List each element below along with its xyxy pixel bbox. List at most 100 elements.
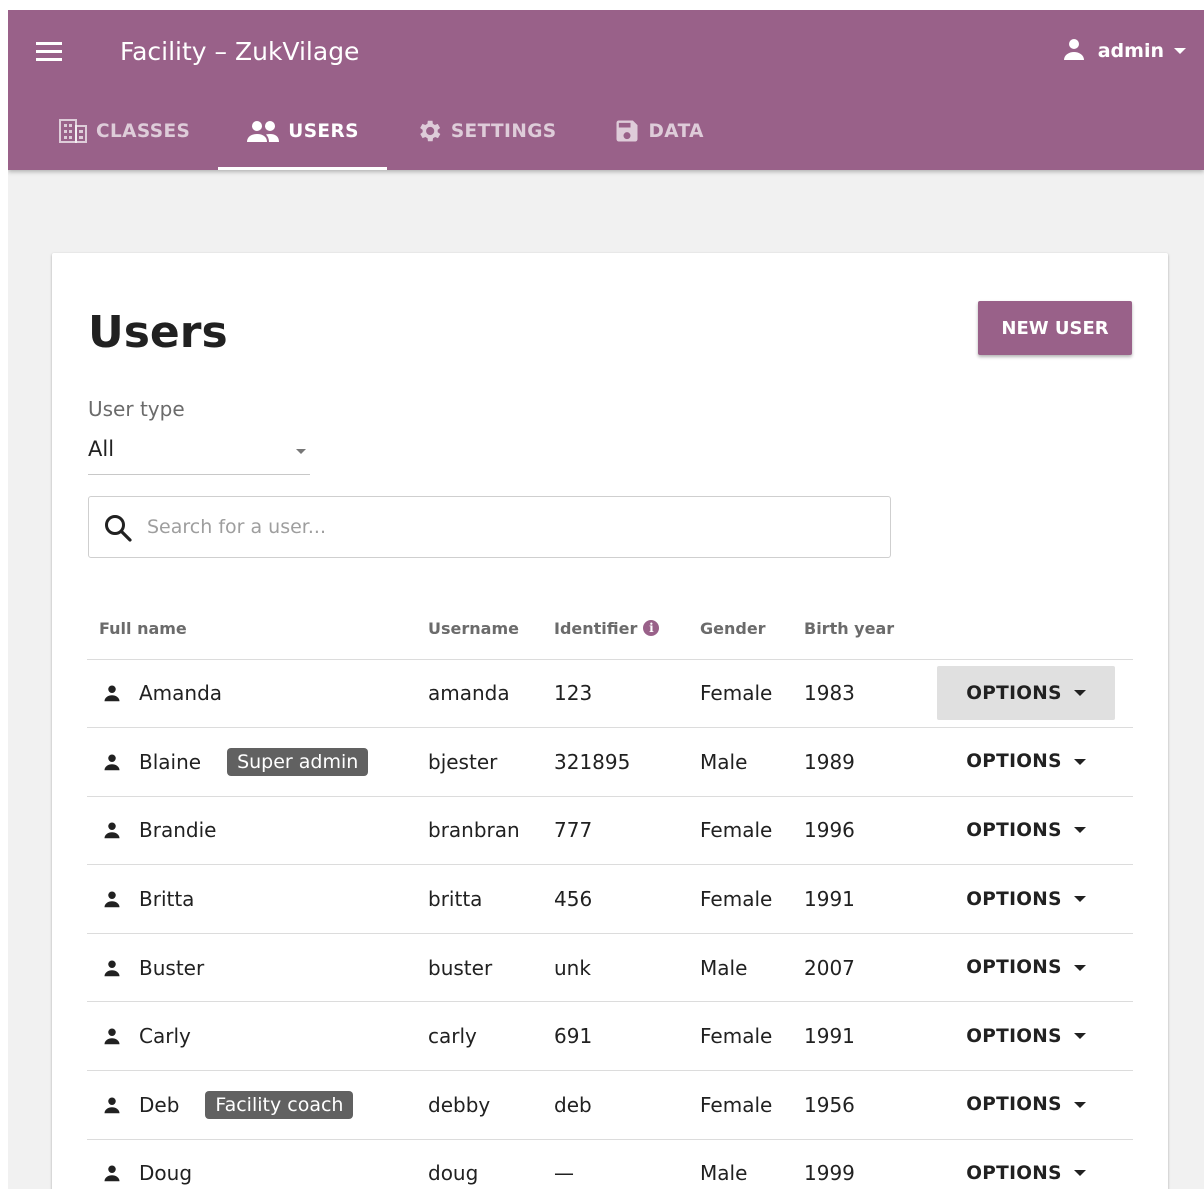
cell-gender: Female (700, 1001, 804, 1072)
options-button[interactable]: OPTIONS (937, 1009, 1115, 1063)
header-full-name[interactable]: Full name (87, 599, 428, 660)
user-full-name: Doug (139, 1161, 193, 1186)
save-icon (613, 117, 641, 145)
cell-username: branbran (428, 796, 554, 866)
table-row: Britta britta 456 Female 1991 OPTIONS (87, 864, 1133, 934)
cell-gender: Female (700, 796, 804, 866)
role-badge: Super admin (227, 747, 369, 776)
user-type-label: User type (88, 397, 185, 421)
chevron-down-icon (1073, 896, 1086, 903)
app-bar: Facility – ZukVilage admin CLASSES USERS (8, 10, 1204, 170)
page-title: Users (88, 307, 228, 358)
person-icon (103, 1164, 123, 1182)
tab-settings-label: SETTINGS (450, 120, 557, 142)
cell-full-name: Buster (87, 933, 428, 1003)
tab-classes-label: CLASSES (96, 120, 191, 142)
options-button[interactable]: OPTIONS (937, 941, 1115, 995)
tab-classes[interactable]: CLASSES (30, 92, 218, 170)
cell-gender: Female (700, 659, 804, 729)
search-box (88, 496, 891, 558)
cell-identifier: unk (554, 933, 700, 1003)
new-user-button[interactable]: NEW USER (978, 301, 1132, 355)
user-name: admin (1097, 40, 1164, 62)
role-badge: Facility coach (205, 1090, 354, 1119)
cell-options: OPTIONS (937, 864, 1133, 934)
user-menu[interactable]: admin (1062, 36, 1186, 66)
user-full-name: Deb (139, 1092, 180, 1117)
table-row: Buster buster unk Male 2007 OPTIONS (87, 933, 1133, 1003)
cell-identifier: deb (554, 1070, 700, 1140)
options-button[interactable]: OPTIONS (937, 803, 1115, 857)
tab-data[interactable]: DATA (585, 92, 732, 170)
cell-birth-year: 1996 (804, 796, 937, 866)
info-icon[interactable]: i (643, 620, 660, 637)
cell-birth-year: 1991 (804, 1001, 937, 1072)
chevron-down-icon (1073, 827, 1086, 834)
chevron-down-icon (1073, 690, 1086, 697)
app-title: Facility – ZukVilage (120, 37, 360, 66)
search-input[interactable] (147, 509, 867, 545)
chevron-down-icon (1073, 1033, 1086, 1040)
table-row: Amanda amanda 123 Female 1983 OPTIONS (87, 659, 1133, 729)
options-button[interactable]: OPTIONS (937, 1146, 1115, 1189)
cell-birth-year: 1989 (804, 727, 937, 797)
cell-username: britta (428, 864, 554, 934)
cell-options: OPTIONS (937, 1070, 1133, 1140)
cell-full-name: Britta (87, 864, 428, 934)
person-icon (103, 821, 123, 839)
options-button[interactable]: OPTIONS (937, 666, 1115, 721)
search-icon (103, 513, 133, 547)
header-gender[interactable]: Gender (700, 599, 804, 660)
app-frame: Facility – ZukVilage admin CLASSES USERS (8, 10, 1204, 1189)
person-icon (103, 684, 123, 702)
cell-options: OPTIONS (937, 659, 1133, 729)
gear-icon (415, 117, 443, 145)
options-label: OPTIONS (966, 819, 1062, 841)
users-table: Full name Username Identifier i Gender Bi… (87, 599, 1133, 1189)
chevron-down-icon (1073, 1170, 1086, 1177)
cell-gender: Female (700, 864, 804, 934)
hamburger-menu-icon[interactable] (36, 40, 64, 62)
options-button[interactable]: OPTIONS (937, 735, 1115, 789)
nav-tabs: CLASSES USERS SETTINGS DATA (30, 92, 732, 170)
cell-gender: Male (700, 933, 804, 1003)
person-icon (103, 753, 123, 771)
cell-identifier: 777 (554, 796, 700, 866)
cell-username: doug (428, 1139, 554, 1189)
table-row: Brandie branbran 777 Female 1996 OPTIONS (87, 796, 1133, 866)
tab-users-label: USERS (288, 120, 359, 142)
cell-identifier: 691 (554, 1001, 700, 1072)
header-username[interactable]: Username (428, 599, 554, 660)
header-birth-year[interactable]: Birth year (804, 599, 937, 660)
tab-data-label: DATA (648, 120, 704, 142)
person-icon (103, 890, 123, 908)
tab-users[interactable]: USERS (218, 92, 387, 170)
options-label: OPTIONS (966, 1162, 1062, 1184)
cell-identifier: — (554, 1139, 700, 1189)
user-full-name: Buster (139, 955, 205, 980)
table-row: Deb Facility coach debby deb Female 1956… (87, 1070, 1133, 1140)
users-card: Users NEW USER User type All Full name U… (52, 253, 1168, 1189)
cell-birth-year: 1956 (804, 1070, 937, 1140)
user-full-name: Brandie (139, 818, 217, 843)
user-full-name: Blaine (139, 749, 202, 774)
user-type-select[interactable]: All (88, 431, 310, 475)
cell-identifier: 123 (554, 659, 700, 729)
cell-username: carly (428, 1001, 554, 1072)
users-table-body: Amanda amanda 123 Female 1983 OPTIONS Bl… (87, 659, 1133, 1189)
cell-gender: Female (700, 1070, 804, 1140)
options-button[interactable]: OPTIONS (937, 1078, 1115, 1132)
table-header-row: Full name Username Identifier i Gender Bi… (87, 599, 1133, 660)
header-identifier[interactable]: Identifier i (554, 599, 700, 660)
options-label: OPTIONS (966, 957, 1062, 979)
cell-full-name: Doug (87, 1139, 428, 1189)
cell-birth-year: 1983 (804, 659, 937, 729)
person-icon (1062, 37, 1086, 65)
cell-username: bjester (428, 727, 554, 797)
cell-full-name: Deb Facility coach (87, 1070, 428, 1140)
cell-full-name: Amanda (87, 659, 428, 729)
options-button[interactable]: OPTIONS (937, 872, 1115, 926)
header-options (937, 599, 1133, 660)
tab-settings[interactable]: SETTINGS (387, 92, 585, 170)
table-row: Blaine Super admin bjester 321895 Male 1… (87, 727, 1133, 797)
